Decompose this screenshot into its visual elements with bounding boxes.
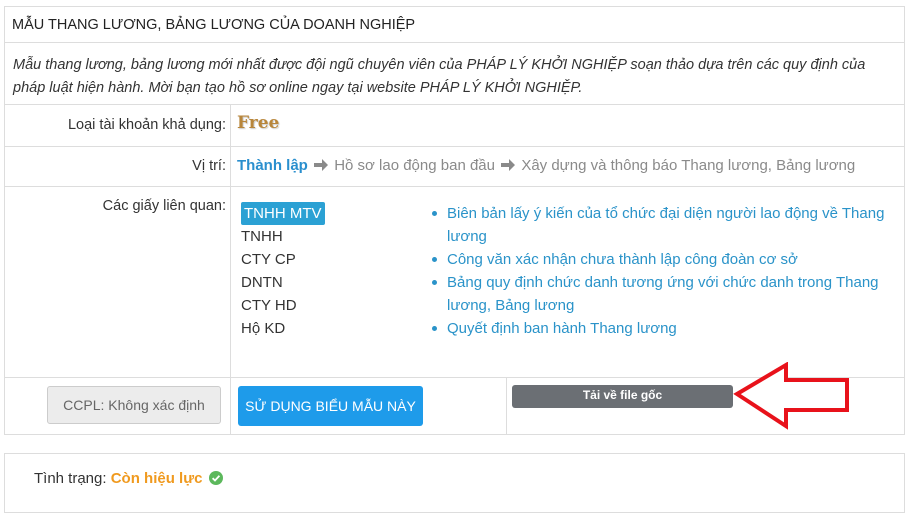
position-row: Vị trí: Thành lập Hồ sơ lao động ban đầu… bbox=[5, 147, 904, 187]
divider bbox=[506, 378, 507, 434]
check-circle-icon bbox=[208, 471, 223, 485]
doc-link-cong-van[interactable]: Công văn xác nhận chưa thành lập công đo… bbox=[427, 248, 897, 271]
doc-link-quyet-dinh[interactable]: Quyết định ban hành Thang lương bbox=[427, 317, 897, 340]
arrow-right-icon bbox=[501, 159, 516, 171]
ccpl-button[interactable]: CCPL: Không xác định bbox=[47, 386, 221, 424]
doc-link-bien-ban[interactable]: Biên bản lấy ý kiến của tổ chức đại diện… bbox=[427, 202, 897, 248]
type-cty-cp[interactable]: CTY CP bbox=[238, 248, 328, 271]
use-template-button[interactable]: SỬ DỤNG BIỂU MẪU NÀY bbox=[238, 386, 423, 426]
account-value: Free bbox=[237, 113, 280, 133]
position-label: Vị trí: bbox=[192, 158, 226, 174]
type-dntn[interactable]: DNTN bbox=[238, 271, 328, 294]
type-cty-hd[interactable]: CTY HD bbox=[238, 294, 328, 317]
arrow-right-icon bbox=[314, 159, 329, 171]
account-label: Loại tài khoản khả dụng: bbox=[67, 117, 226, 133]
status-label: Tình trạng: bbox=[34, 470, 107, 487]
related-documents: Biên bản lấy ý kiến của tổ chức đại diện… bbox=[427, 202, 897, 340]
divider bbox=[230, 147, 231, 186]
type-tnhh[interactable]: TNHH bbox=[238, 225, 328, 248]
divider bbox=[230, 105, 231, 146]
account-row: Loại tài khoản khả dụng: Free bbox=[5, 105, 904, 147]
crumb-xay-dung[interactable]: Xây dựng và thông báo Thang lương, Bảng … bbox=[521, 157, 855, 174]
crumb-ho-so[interactable]: Hồ sơ lao động ban đầu bbox=[334, 157, 495, 174]
related-row: Các giấy liên quan: TNHH MTV TNHH CTY CP… bbox=[5, 187, 904, 378]
type-tnhh-mtv[interactable]: TNHH MTV bbox=[241, 202, 325, 225]
related-label: Các giấy liên quan: bbox=[102, 198, 226, 214]
breadcrumb: Thành lập Hồ sơ lao động ban đầu Xây dựn… bbox=[237, 157, 855, 174]
status-line: Tình trạng: Còn hiệu lực bbox=[34, 470, 223, 487]
description: Mẫu thang lương, bảng lương mới nhất đượ… bbox=[5, 44, 904, 105]
crumb-thanh-lap[interactable]: Thành lập bbox=[237, 157, 308, 174]
page-title: MẪU THANG LƯƠNG, BẢNG LƯƠNG CỦA DOANH NG… bbox=[5, 7, 904, 43]
divider bbox=[230, 187, 231, 377]
status-value: Còn hiệu lực bbox=[110, 470, 203, 487]
company-type-list: TNHH MTV TNHH CTY CP DNTN CTY HD Hộ KD bbox=[238, 202, 328, 340]
download-original-button[interactable]: Tải về file gốc bbox=[512, 385, 733, 408]
divider bbox=[230, 378, 231, 434]
red-arrow-annotation bbox=[733, 362, 849, 430]
doc-link-bang-quy-dinh[interactable]: Bảng quy định chức danh tương ứng với ch… bbox=[427, 271, 897, 317]
status-panel: Tình trạng: Còn hiệu lực bbox=[4, 453, 905, 513]
type-ho-kd[interactable]: Hộ KD bbox=[238, 317, 328, 340]
